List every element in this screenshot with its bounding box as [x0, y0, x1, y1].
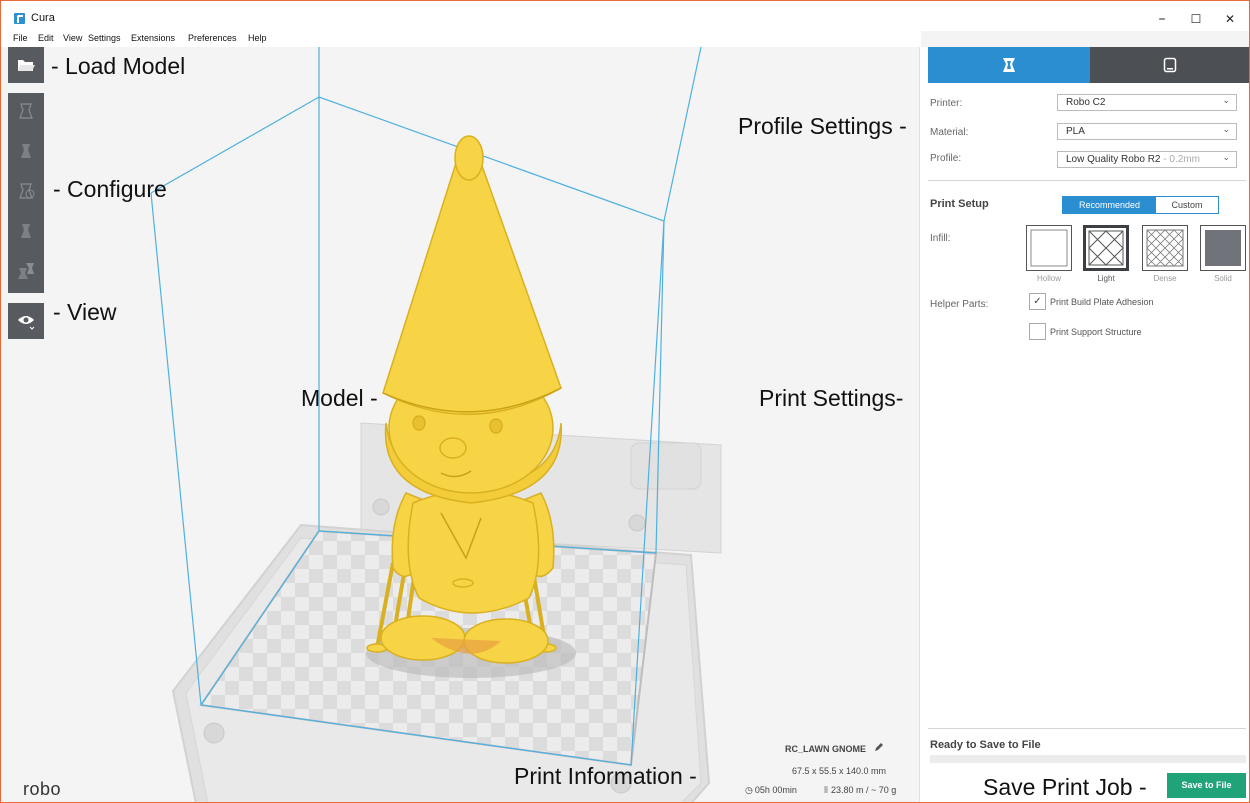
move-tool-icon	[19, 103, 33, 119]
cura-app-icon	[14, 13, 25, 24]
chevron-down-icon: ⌄	[1222, 125, 1230, 135]
profile-label: Profile:	[930, 153, 962, 164]
pencil-icon[interactable]	[874, 742, 884, 752]
annotation-view: - View	[53, 299, 117, 325]
material-usage-text: 23.80 m / ~ 70 g	[830, 785, 897, 795]
build-volume-scene[interactable]	[1, 47, 919, 803]
open-folder-icon	[18, 60, 35, 71]
scale-tool-icon	[21, 144, 31, 158]
annotation-load-model: - Load Model	[51, 53, 186, 79]
tab-monitor[interactable]	[1090, 47, 1249, 83]
window-title: Cura	[31, 12, 55, 24]
save-to-file-button[interactable]: Save to File	[1167, 773, 1246, 798]
per-object-settings-button[interactable]	[8, 253, 44, 289]
annotation-print-information: Print Information -	[514, 763, 697, 789]
settings-sidebar: Printer: Robo C2 ⌄ Material: PLA ⌄ Profi…	[919, 47, 1249, 802]
profile-divider	[928, 180, 1246, 181]
annotation-save-print-job: Save Print Job -	[983, 774, 1147, 800]
support-checkbox[interactable]	[1029, 323, 1046, 340]
material-select-value: PLA	[1066, 126, 1085, 137]
menu-preferences[interactable]: Preferences	[188, 33, 237, 43]
infill-hollow-label: Hollow	[1036, 274, 1061, 283]
infill-light-icon	[1088, 230, 1124, 266]
minimize-button[interactable]: –	[1147, 9, 1177, 29]
infill-dense-icon	[1146, 229, 1184, 267]
material-usage: ⦀ 23.80 m / ~ 70 g	[824, 785, 896, 796]
sidebar-tabs	[920, 47, 1249, 83]
maximize-button[interactable]: ☐	[1181, 9, 1211, 29]
mode-custom-button[interactable]: Custom	[1156, 197, 1218, 213]
menu-view[interactable]: View	[63, 33, 82, 43]
helper-parts-label: Helper Parts:	[930, 299, 989, 310]
mode-recommended-button[interactable]: Recommended	[1063, 197, 1156, 213]
title-bar: Cura – ☐ ✕	[1, 1, 1249, 31]
chevron-down-icon: ⌄	[1222, 153, 1230, 163]
mirror-tool-icon	[21, 224, 31, 238]
monitor-device-icon	[1163, 57, 1177, 73]
print-time-text: 05h 00min	[754, 785, 797, 795]
annotation-model: Model -	[301, 385, 378, 411]
infill-dense-label: Dense	[1153, 274, 1177, 283]
annotation-profile-settings: Profile Settings -	[738, 113, 907, 139]
material-select[interactable]: PLA ⌄	[1057, 123, 1237, 140]
close-button[interactable]: ✕	[1215, 9, 1245, 29]
menu-edit[interactable]: Edit	[38, 33, 54, 43]
clock-icon: ◷	[745, 786, 753, 796]
material-label: Material:	[930, 127, 969, 138]
infill-hollow-option[interactable]	[1026, 225, 1072, 271]
slicing-progress-bar	[930, 755, 1246, 763]
infill-label: Infill:	[930, 233, 951, 244]
move-tool-button[interactable]	[8, 93, 44, 129]
printer-select-value: Robo C2	[1066, 97, 1106, 108]
job-name-text: RC_LAWN GNOME	[785, 744, 866, 754]
menu-file[interactable]: File	[13, 33, 28, 43]
scale-tool-button[interactable]	[8, 133, 44, 169]
printer-select[interactable]: Robo C2 ⌄	[1057, 94, 1237, 111]
infill-solid-icon	[1205, 230, 1241, 266]
infill-hollow-icon	[1030, 229, 1068, 267]
eye-view-icon	[18, 316, 35, 330]
menu-extensions[interactable]: Extensions	[131, 33, 175, 43]
menu-bar: File Edit View Settings Extensions Prefe…	[1, 31, 921, 47]
menu-help[interactable]: Help	[248, 33, 267, 43]
print-time: ◷ 05h 00min	[745, 785, 797, 796]
infill-solid-option[interactable]	[1200, 225, 1246, 271]
per-object-settings-icon	[18, 263, 34, 279]
job-name: RC_LAWN GNOME	[785, 742, 884, 754]
cura-window: Cura – ☐ ✕ File Edit View Settings Exten…	[0, 0, 1250, 803]
infill-light-label: Light	[1097, 274, 1115, 283]
load-model-button[interactable]	[8, 47, 44, 83]
adhesion-checkbox[interactable]: ✓	[1029, 293, 1046, 310]
tab-prepare[interactable]	[928, 47, 1090, 83]
view-mode-button[interactable]	[8, 303, 44, 339]
infill-solid-label: Solid	[1214, 274, 1232, 283]
annotation-configure: - Configure	[53, 176, 167, 202]
chevron-down-icon: ⌄	[1222, 96, 1230, 106]
mirror-tool-button[interactable]	[8, 213, 44, 249]
spool-icon: ⦀	[824, 786, 828, 796]
save-divider	[928, 728, 1246, 729]
robo-logo: robo	[23, 779, 62, 799]
annotation-print-settings: Print Settings-	[759, 385, 904, 411]
profile-select[interactable]: Low Quality Robo R2 - 0.2mm ⌄	[1057, 151, 1237, 168]
printer-nozzle-icon	[1003, 58, 1015, 72]
print-setup-title: Print Setup	[930, 198, 989, 210]
setup-mode-toggle: Recommended Custom	[1062, 196, 1219, 214]
rotate-tool-button[interactable]	[8, 173, 44, 209]
ready-status: Ready to Save to File	[930, 739, 1041, 751]
model-dimensions: 67.5 x 55.5 x 140.0 mm	[792, 766, 887, 776]
infill-dense-option[interactable]	[1142, 225, 1188, 271]
profile-select-value: Low Quality Robo R2	[1066, 154, 1161, 165]
menu-settings[interactable]: Settings	[88, 33, 121, 43]
support-label: Print Support Structure	[1050, 327, 1142, 337]
adhesion-label: Print Build Plate Adhesion	[1050, 297, 1154, 307]
printer-label: Printer:	[930, 98, 963, 109]
3d-viewport[interactable]	[1, 47, 919, 803]
infill-light-option[interactable]	[1083, 225, 1129, 271]
profile-layer-hint: - 0.2mm	[1160, 154, 1200, 165]
rotate-tool-icon	[19, 183, 35, 199]
